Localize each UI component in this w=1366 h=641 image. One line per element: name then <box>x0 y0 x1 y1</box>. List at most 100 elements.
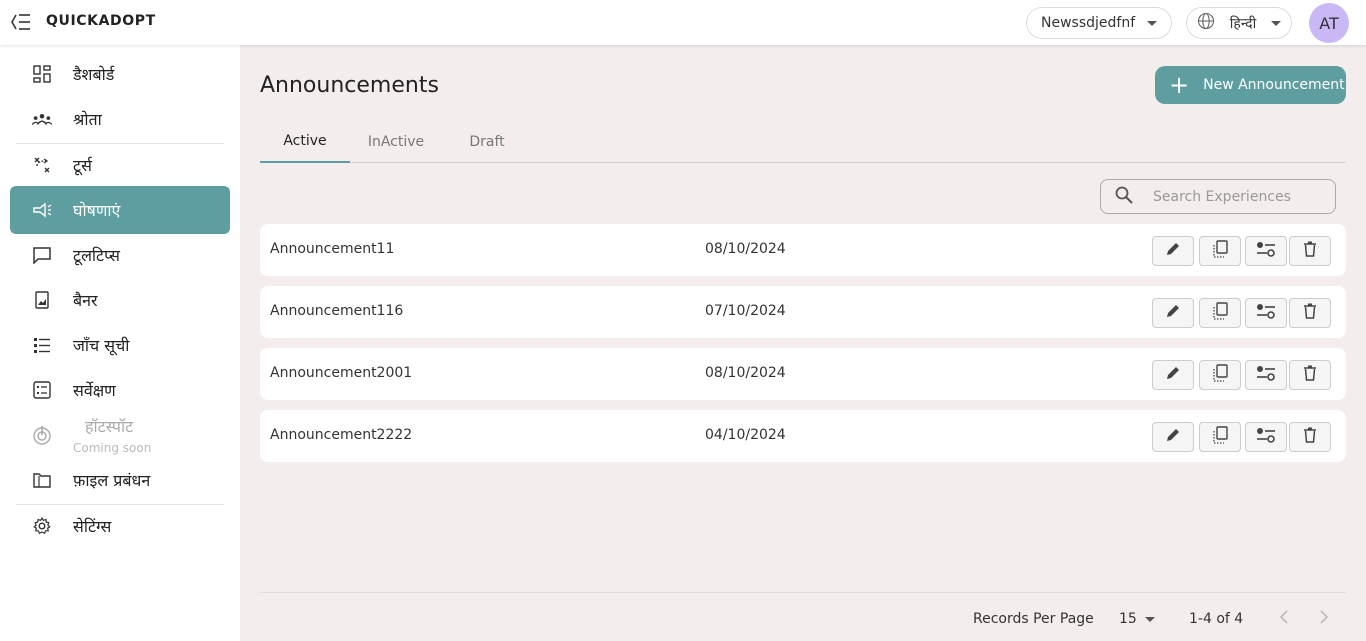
sidebar-item-audience[interactable]: श्रोता <box>10 95 230 143</box>
chevron-down-icon <box>1147 20 1157 26</box>
announcement-date: 08/10/2024 <box>705 365 786 381</box>
sidebar-item-checklist[interactable]: जाँच सूची <box>10 321 230 369</box>
table-row: Announcement2001 08/10/2024 <box>260 348 1346 400</box>
sidebar-item-survey[interactable]: सर्वेक्षण <box>10 366 230 414</box>
sidebar-item-settings[interactable]: सेटिंग्स <box>10 502 230 550</box>
settings-button[interactable] <box>1245 422 1287 452</box>
megaphone-icon <box>32 200 52 220</box>
account-select-value: Newssdjedfnf <box>1041 15 1136 31</box>
collapse-menu-icon[interactable] <box>10 11 32 33</box>
table-row: Announcement11 08/10/2024 <box>260 224 1346 276</box>
sidebar-item-tours[interactable]: टूर्स <box>10 141 230 189</box>
announcement-date: 08/10/2024 <box>705 241 786 257</box>
trash-icon <box>1303 427 1317 447</box>
edit-button[interactable] <box>1152 360 1194 390</box>
sidebar-item-announcements[interactable]: घोषणाएं <box>10 186 230 234</box>
tab-inactive[interactable]: InActive <box>350 121 442 163</box>
globe-icon <box>1197 12 1215 34</box>
duplicate-button[interactable] <box>1199 236 1241 266</box>
sidebar-item-label: टूलटिप्स <box>73 246 120 265</box>
language-select[interactable]: हिन्दी <box>1186 7 1292 39</box>
survey-icon <box>32 380 52 400</box>
sidebar-item-label: श्रोता <box>73 110 102 129</box>
sidebar-item-label: फ़ाइल प्रबंधन <box>73 471 151 490</box>
top-bar: QUICKADOPT Newssdjedfnf हिन्दी AT <box>0 0 1366 45</box>
sidebar-item-file-management[interactable]: फ़ाइल प्रबंधन <box>10 456 230 504</box>
edit-button[interactable] <box>1152 236 1194 266</box>
table-row: Announcement2222 04/10/2024 <box>260 410 1346 462</box>
new-announcement-label: New Announcement <box>1203 77 1345 93</box>
tab-bar: Active InActive Draft <box>260 121 1346 163</box>
brand-logo: QUICKADOPT <box>46 13 156 29</box>
folder-icon <box>32 470 52 490</box>
trash-icon <box>1303 303 1317 323</box>
per-page-value: 15 <box>1119 611 1137 627</box>
coming-soon-note: Coming soon <box>73 441 152 455</box>
delete-button[interactable] <box>1289 360 1331 390</box>
pencil-icon <box>1165 427 1181 447</box>
language-select-value: हिन्दी <box>1229 15 1257 32</box>
sidebar-item-label: बैनर <box>73 291 98 310</box>
account-select[interactable]: Newssdjedfnf <box>1026 7 1172 39</box>
settings-button[interactable] <box>1245 236 1287 266</box>
copy-icon <box>1212 426 1228 448</box>
toggle-settings-icon <box>1256 241 1276 261</box>
delete-button[interactable] <box>1289 236 1331 266</box>
edit-button[interactable] <box>1152 422 1194 452</box>
per-page-select[interactable]: 15 <box>1119 611 1155 627</box>
delete-button[interactable] <box>1289 422 1331 452</box>
sidebar-item-banner[interactable]: बैनर <box>10 276 230 324</box>
avatar[interactable]: AT <box>1309 3 1349 43</box>
tours-icon <box>32 155 52 175</box>
trash-icon <box>1303 241 1317 261</box>
chevron-down-icon <box>1270 20 1281 26</box>
announcement-date: 04/10/2024 <box>705 427 786 443</box>
banner-icon <box>32 290 52 310</box>
delete-button[interactable] <box>1289 298 1331 328</box>
next-page-button[interactable] <box>1316 609 1332 629</box>
edit-button[interactable] <box>1152 298 1194 328</box>
search-icon <box>1115 186 1133 208</box>
duplicate-button[interactable] <box>1199 298 1241 328</box>
chevron-down-icon <box>1144 616 1155 622</box>
toggle-settings-icon <box>1256 365 1276 385</box>
sidebar-item-label: सर्वेक्षण <box>73 381 116 400</box>
duplicate-button[interactable] <box>1199 360 1241 390</box>
chevron-right-icon <box>1319 609 1329 629</box>
tab-active[interactable]: Active <box>260 121 350 163</box>
toggle-settings-icon <box>1256 427 1276 447</box>
sidebar-item-label: सेटिंग्स <box>73 517 112 536</box>
page-title: Announcements <box>260 73 439 98</box>
sidebar-item-label: जाँच सूची <box>73 336 130 355</box>
sidebar-item-label: डैशबोर्ड <box>73 65 115 84</box>
table-row: Announcement116 07/10/2024 <box>260 286 1346 338</box>
previous-page-button[interactable] <box>1276 609 1292 629</box>
announcement-date: 07/10/2024 <box>705 303 786 319</box>
sidebar-item-label: घोषणाएं <box>73 201 121 220</box>
announcement-name: Announcement2222 <box>270 427 413 443</box>
copy-icon <box>1212 302 1228 324</box>
dashboard-icon <box>32 64 52 84</box>
sidebar-item-tooltips[interactable]: टूलटिप्स <box>10 231 230 279</box>
search-input[interactable] <box>1153 188 1323 205</box>
audience-icon <box>32 109 52 129</box>
duplicate-button[interactable] <box>1199 422 1241 452</box>
sidebar: डैशबोर्ड श्रोता टूर्स घोषणाएं टूलटिप्स ब… <box>0 45 240 641</box>
checklist-icon <box>32 335 52 355</box>
hotspot-icon <box>32 425 52 445</box>
trash-icon <box>1303 365 1317 385</box>
plus-icon: + <box>1169 71 1190 99</box>
announcement-name: Announcement11 <box>270 241 395 257</box>
tab-draft[interactable]: Draft <box>442 121 532 163</box>
settings-button[interactable] <box>1245 298 1287 328</box>
new-announcement-button[interactable]: + New Announcement <box>1155 66 1346 104</box>
sidebar-item-dashboard[interactable]: डैशबोर्ड <box>10 50 230 98</box>
pagination-range: 1-4 of 4 <box>1189 611 1244 627</box>
pencil-icon <box>1165 241 1181 261</box>
chevron-left-icon <box>1279 609 1289 629</box>
settings-button[interactable] <box>1245 360 1287 390</box>
toggle-settings-icon <box>1256 303 1276 323</box>
pencil-icon <box>1165 365 1181 385</box>
gear-icon <box>32 516 52 536</box>
search-box[interactable] <box>1100 179 1336 214</box>
